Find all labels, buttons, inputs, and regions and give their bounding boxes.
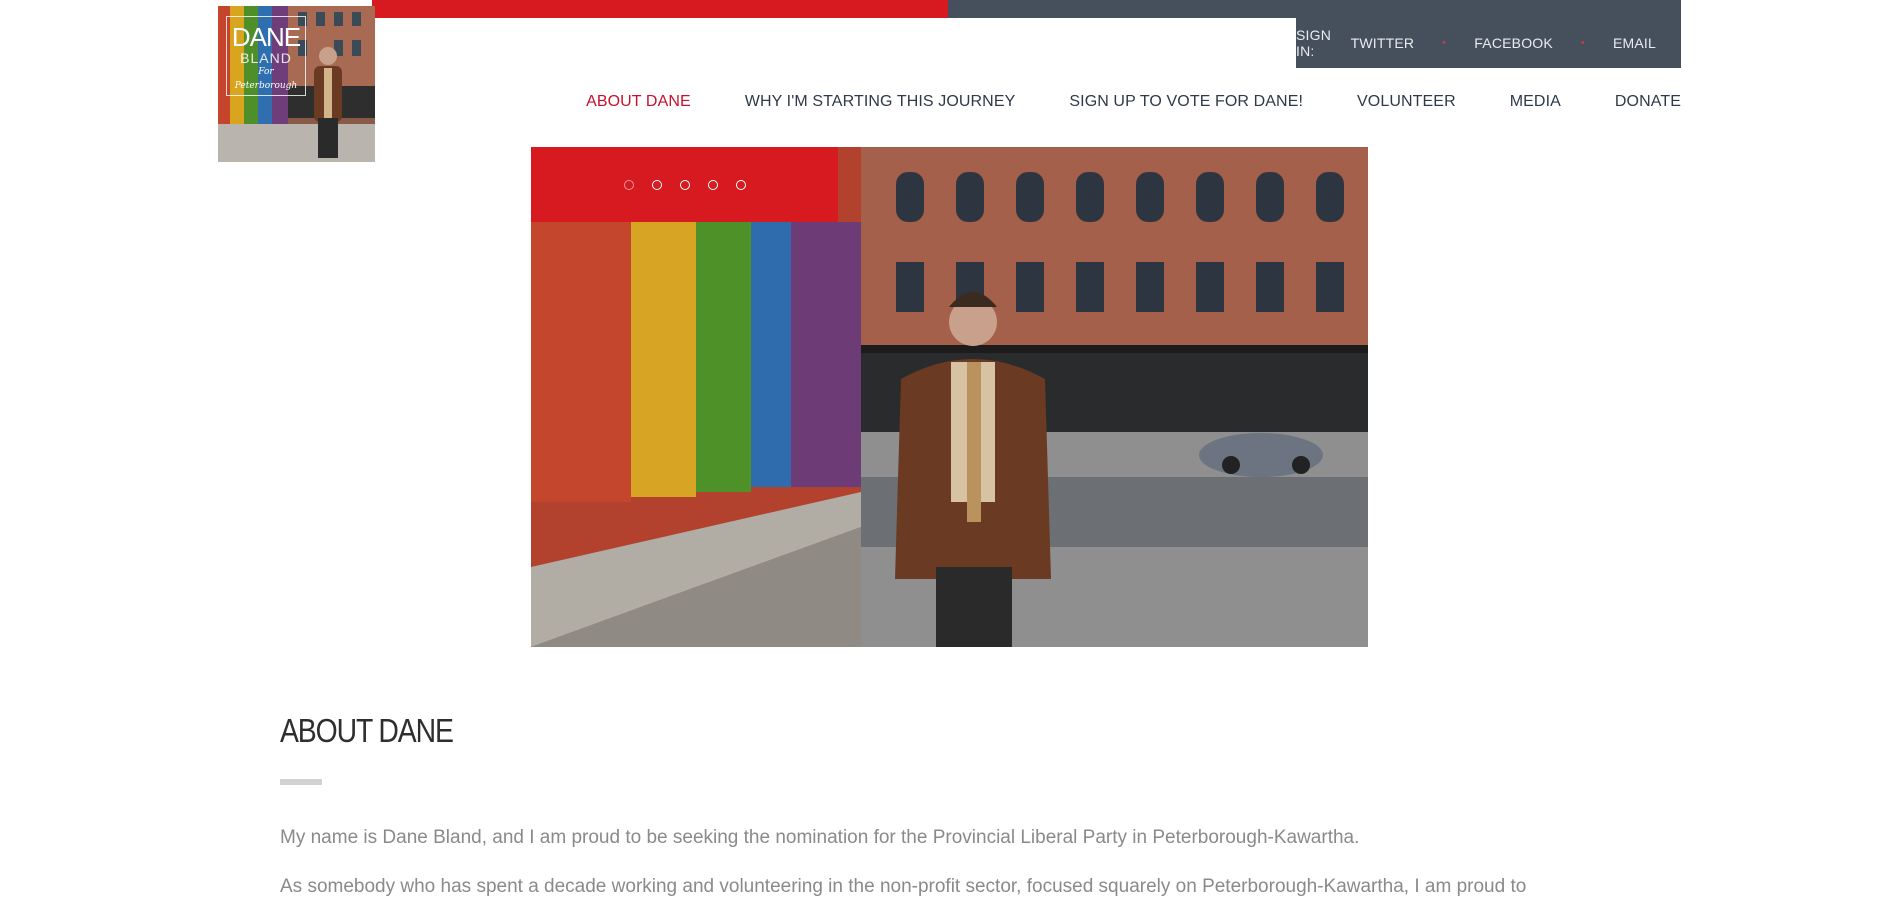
logo-wordmark: DANE BLAND For Peterborough xyxy=(226,16,306,96)
separator-dot: • xyxy=(1580,37,1585,49)
nav-item-media[interactable]: MEDIA xyxy=(1510,93,1561,111)
slider-dot-5[interactable] xyxy=(735,179,746,190)
slider-dot-2[interactable] xyxy=(651,179,662,190)
top-accent-bar-slate xyxy=(948,0,1681,18)
email-link[interactable]: EMAIL xyxy=(1613,35,1656,51)
slider-pagination xyxy=(531,147,838,222)
nav-item-about-dane[interactable]: ABOUT DANE xyxy=(586,93,691,111)
site-logo[interactable]: DANE BLAND For Peterborough xyxy=(218,6,375,162)
heading-underline xyxy=(280,779,322,785)
section-heading: ABOUT DANE xyxy=(280,712,454,749)
nav-item-why-starting-journey[interactable]: WHY I'M STARTING THIS JOURNEY xyxy=(745,93,1016,111)
logo-name-line1: DANE xyxy=(231,22,301,52)
hero-slide-image xyxy=(531,147,1368,647)
slider-dot-4[interactable] xyxy=(707,179,718,190)
twitter-link[interactable]: TWITTER xyxy=(1351,35,1415,51)
intro-paragraph: My name is Dane Bland, and I am proud to… xyxy=(280,827,1360,848)
nav-item-donate[interactable]: DONATE xyxy=(1615,93,1681,111)
top-accent-bar-red xyxy=(372,0,949,18)
facebook-link[interactable]: FACEBOOK xyxy=(1474,35,1553,51)
signin-panel: SIGN IN: TWITTER • FACEBOOK • EMAIL xyxy=(1296,18,1681,68)
slider-dot-1[interactable] xyxy=(623,179,634,190)
body-paragraph: As somebody who has spent a decade worki… xyxy=(280,876,1527,897)
nav-item-volunteer[interactable]: VOLUNTEER xyxy=(1357,93,1456,111)
nav-item-sign-up-to-vote[interactable]: SIGN UP TO VOTE FOR DANE! xyxy=(1069,93,1303,111)
main-navigation: ABOUT DANE WHY I'M STARTING THIS JOURNEY… xyxy=(532,93,1681,111)
slider-dot-3[interactable] xyxy=(679,179,690,190)
signin-label: SIGN IN: xyxy=(1296,27,1332,59)
logo-name-line2: BLAND xyxy=(240,50,292,66)
separator-dot: • xyxy=(1442,37,1447,49)
logo-tagline: For Peterborough xyxy=(234,67,298,91)
